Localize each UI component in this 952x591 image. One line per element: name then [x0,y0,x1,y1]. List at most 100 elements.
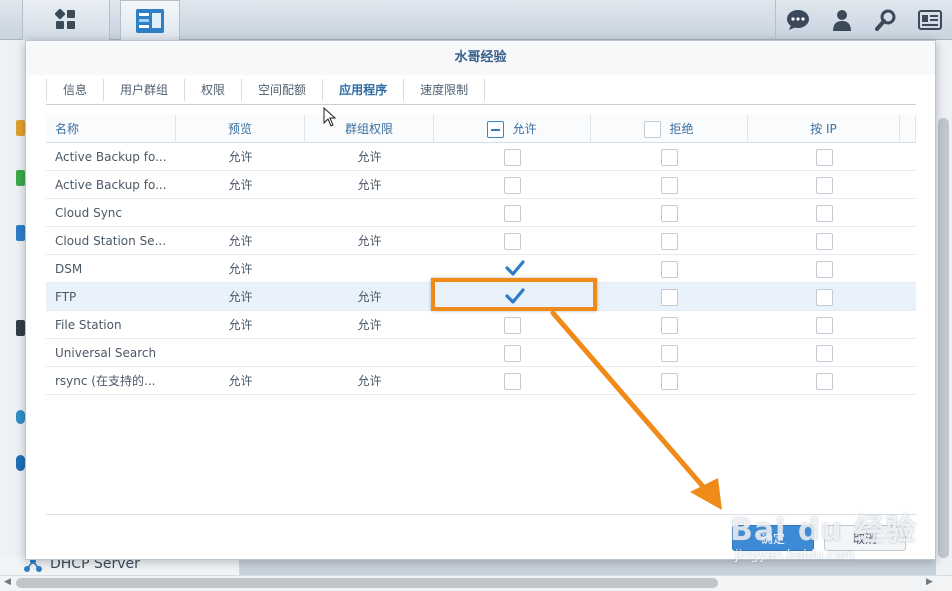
group-permission-cell [305,255,434,283]
tab-speed-limit[interactable]: 速度限制 [404,79,486,101]
deny-checkbox[interactable] [661,232,678,250]
deny-cell [591,367,748,395]
preview-cell: 允许 [228,150,253,164]
deny-cell [591,171,748,199]
allow-checkbox[interactable] [504,259,525,278]
scroll-right-arrow[interactable]: ▶ [926,577,933,587]
by-ip-checkbox[interactable] [815,316,833,334]
deny-checkbox[interactable] [661,260,678,278]
scroll-left-arrow[interactable]: ◀ [4,577,11,587]
allow-cell [434,199,591,227]
tab-quota[interactable]: 空间配额 [242,79,324,101]
checkmark-icon [505,259,525,276]
vertical-scrollbar[interactable] [938,118,949,558]
table-row[interactable]: File Station 允许 允许 [46,311,916,339]
allow-checkbox[interactable] [504,316,521,334]
search-button[interactable] [864,0,908,40]
table-row[interactable]: Cloud Sync [46,199,916,227]
table-row[interactable]: Cloud Station Se... 允许 允许 [46,227,916,255]
app-grid-icon [55,9,75,29]
by-ip-checkbox[interactable] [815,232,833,250]
by-ip-checkbox[interactable] [815,260,833,278]
deny-all-checkbox[interactable] [644,120,662,138]
background-app-icon [16,410,25,424]
preview-cell [176,199,305,227]
allow-cell [434,143,591,171]
allow-checkbox[interactable] [504,148,521,166]
allow-cell [434,367,591,395]
app-name-cell: DSM [55,262,83,276]
control-panel-taskbar-button[interactable] [120,0,180,40]
allow-checkbox[interactable] [504,176,521,194]
by-ip-checkbox[interactable] [815,148,833,166]
main-menu-button[interactable] [22,0,110,40]
preview-cell [176,339,305,367]
app-name-cell: File Station [55,318,122,332]
user-button[interactable] [820,0,864,40]
mouse-cursor-icon [323,107,337,127]
table-row[interactable]: Active Backup fo... 允许 允许 [46,143,916,171]
table-row[interactable]: Active Backup fo... 允许 允许 [46,171,916,199]
chat-icon [787,10,809,30]
deny-checkbox[interactable] [661,288,678,306]
row-spacer [900,199,916,227]
group-permission-cell: 允许 [357,290,382,304]
allow-checkbox[interactable] [504,204,521,222]
deny-checkbox[interactable] [661,372,678,390]
by-ip-cell [748,171,900,199]
allow-checkbox[interactable] [504,232,521,250]
search-icon [875,9,896,31]
table-row[interactable]: rsync (在支持的... 允许 允许 [46,367,916,395]
deny-header-label: 拒绝 [669,122,694,136]
by-ip-cell [748,143,900,171]
preview-cell: 允许 [228,178,253,192]
column-header-preview[interactable]: 预览 [176,115,305,143]
widgets-button[interactable] [908,0,952,40]
allow-checkbox[interactable] [504,344,521,362]
taskbar-tray [775,0,952,40]
by-ip-cell [748,367,900,395]
deny-checkbox[interactable] [661,316,678,334]
by-ip-checkbox[interactable] [815,204,833,222]
horizontal-scrollbar-thumb[interactable] [16,578,718,588]
app-name-cell: FTP [55,290,77,304]
watermark-logo: Bai du 经验 [730,513,917,548]
by-ip-cell [748,227,900,255]
deny-cell [591,199,748,227]
tab-applications[interactable]: 应用程序 [323,79,405,101]
allow-all-checkbox[interactable] [487,120,505,138]
deny-cell [591,255,748,283]
allow-cell [434,311,591,339]
background-app-icon [16,170,25,186]
row-spacer [900,311,916,339]
deny-cell [591,227,748,255]
group-permission-cell: 允许 [357,234,382,248]
row-spacer [900,283,916,311]
preview-cell: 允许 [228,234,253,248]
by-ip-cell [748,311,900,339]
row-spacer [900,367,916,395]
by-ip-checkbox[interactable] [815,176,833,194]
deny-checkbox[interactable] [661,148,678,166]
app-name-cell: rsync (在支持的... [55,374,156,388]
deny-checkbox[interactable] [661,204,678,222]
tab-permissions[interactable]: 权限 [185,79,243,101]
deny-checkbox[interactable] [661,176,678,194]
taskbar [0,0,952,40]
app-name-cell: Active Backup fo... [55,178,167,192]
deny-checkbox[interactable] [661,344,678,362]
notifications-button[interactable] [776,0,820,40]
preview-cell: 允许 [228,374,253,388]
column-header-name[interactable]: 名称 [46,115,176,143]
allow-cell [434,339,591,367]
tab-info[interactable]: 信息 [46,79,105,101]
by-ip-checkbox[interactable] [815,372,833,390]
allow-checkbox[interactable] [504,372,521,390]
group-permission-cell: 允许 [357,150,382,164]
by-ip-checkbox[interactable] [815,288,833,306]
column-header-by-ip[interactable]: 按 IP [748,115,900,143]
tab-user-groups[interactable]: 用户群组 [104,79,186,101]
preview-cell: 允许 [228,290,253,304]
table-row[interactable]: Universal Search [46,339,916,367]
by-ip-checkbox[interactable] [815,344,833,362]
